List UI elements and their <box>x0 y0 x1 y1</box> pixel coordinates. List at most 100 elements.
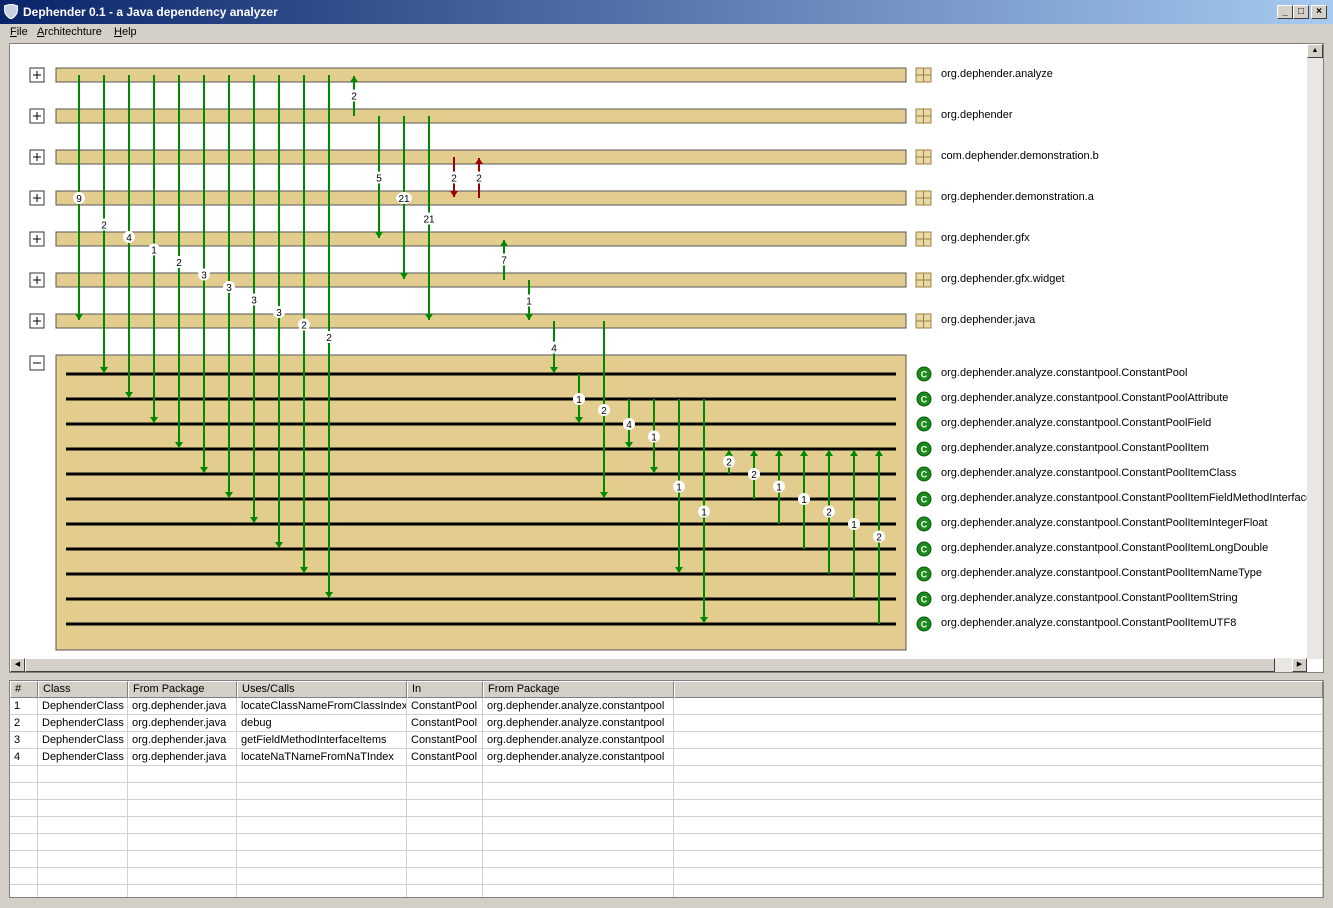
package-label[interactable]: org.dephender <box>941 109 1013 121</box>
table-cell: ConstantPool <box>407 715 483 732</box>
table-row[interactable] <box>10 885 1323 897</box>
dependency-count-label: 5 <box>373 171 385 185</box>
dependency-count: 2 <box>826 508 832 519</box>
table-cell: DephenderClass <box>38 715 128 732</box>
dependency-count: 2 <box>176 258 182 269</box>
dependency-count: 7 <box>501 256 507 267</box>
table-cell <box>483 783 674 800</box>
class-label[interactable]: org.dephender.analyze.constantpool.Const… <box>941 567 1262 579</box>
table-cell: org.dephender.analyze.constantpool <box>483 715 674 732</box>
table-row[interactable] <box>10 783 1323 800</box>
window-title: Dephender 0.1 - a Java dependency analyz… <box>23 5 278 19</box>
table-cell <box>237 851 407 868</box>
table-row[interactable] <box>10 834 1323 851</box>
table-cell <box>407 868 483 885</box>
vertical-scrollbar[interactable]: ▲ <box>1307 44 1323 659</box>
table-cell <box>674 800 1323 817</box>
column-header[interactable]: In <box>407 681 483 698</box>
dependency-count: 2 <box>301 321 307 332</box>
package-label[interactable]: org.dephender.java <box>941 314 1035 326</box>
table-cell <box>674 851 1323 868</box>
scroll-right-button[interactable]: ▶ <box>1292 658 1307 672</box>
class-label[interactable]: org.dephender.analyze.constantpool.Const… <box>941 392 1228 404</box>
dependency-count: 2 <box>351 92 357 103</box>
dependency-count: 3 <box>276 308 282 319</box>
table-row[interactable]: 3 DephenderClass org.dephender.java getFiel… <box>10 732 1323 749</box>
class-label[interactable]: org.dephender.analyze.constantpool.Const… <box>941 442 1209 454</box>
dependency-count: 3 <box>201 271 207 282</box>
horizontal-scrollbar[interactable]: ◀ ▶ <box>10 658 1307 672</box>
table-cell: locateNaTNameFromNaTIndex <box>237 749 407 766</box>
package-label[interactable]: org.dephender.demonstration.a <box>941 191 1094 203</box>
table-cell <box>38 885 128 897</box>
class-label[interactable]: org.dephender.analyze.constantpool.Const… <box>941 492 1312 504</box>
table-row[interactable]: 2 DephenderClass org.dephender.java debug Co… <box>10 715 1323 732</box>
column-header[interactable]: From Package <box>483 681 674 698</box>
table-cell <box>38 817 128 834</box>
table-cell <box>407 834 483 851</box>
dependency-count: 2 <box>476 174 482 185</box>
table-cell <box>237 885 407 897</box>
scroll-left-button[interactable]: ◀ <box>10 658 25 672</box>
horizontal-scroll-thumb[interactable] <box>25 658 1275 672</box>
menu-architecture[interactable]: Architechture <box>37 26 102 38</box>
menu-help[interactable]: Help <box>114 26 137 38</box>
class-icon-letter: C <box>921 595 928 605</box>
column-header[interactable]: # <box>10 681 38 698</box>
dependency-count: 1 <box>801 495 807 506</box>
dependency-count: 3 <box>251 296 257 307</box>
package-bar <box>55 313 907 329</box>
scroll-up-button[interactable]: ▲ <box>1307 44 1323 58</box>
table-row[interactable]: 1 DephenderClass org.dephender.java locateC… <box>10 698 1323 715</box>
table-cell <box>674 834 1323 851</box>
class-icon-letter: C <box>921 470 928 480</box>
class-label[interactable]: org.dephender.analyze.constantpool.Const… <box>941 367 1187 379</box>
class-icon-letter: C <box>921 445 928 455</box>
menu-file[interactable]: File <box>10 26 28 38</box>
dependency-count-label: 2 <box>298 318 310 332</box>
vertical-scroll-track[interactable] <box>1307 58 1323 658</box>
package-bar <box>55 67 907 83</box>
table-row[interactable] <box>10 851 1323 868</box>
table-row[interactable]: 4 DephenderClass org.dephender.java locateN… <box>10 749 1323 766</box>
table-row[interactable] <box>10 800 1323 817</box>
table-cell <box>674 698 1323 715</box>
dependency-count: 2 <box>601 406 607 417</box>
minimize-button[interactable]: _ <box>1277 5 1293 19</box>
table-row[interactable] <box>10 817 1323 834</box>
dependency-count: 21 <box>423 215 435 226</box>
package-bar <box>55 108 907 124</box>
package-label[interactable]: org.dephender.analyze <box>941 68 1053 80</box>
close-button[interactable]: × <box>1311 5 1327 19</box>
class-label[interactable]: org.dephender.analyze.constantpool.Const… <box>941 542 1268 554</box>
column-header[interactable] <box>674 681 1323 698</box>
column-header[interactable]: Class <box>38 681 128 698</box>
class-label[interactable]: org.dephender.analyze.constantpool.Const… <box>941 417 1211 429</box>
table-cell <box>674 817 1323 834</box>
class-label[interactable]: org.dephender.analyze.constantpool.Const… <box>941 517 1268 529</box>
column-header[interactable]: Uses/Calls <box>237 681 407 698</box>
dependency-count-label: 2 <box>348 89 360 103</box>
package-label[interactable]: com.dephender.demonstration.b <box>941 150 1099 162</box>
dependency-count: 4 <box>126 233 132 244</box>
column-header[interactable]: From Package <box>128 681 237 698</box>
table-row[interactable] <box>10 868 1323 885</box>
maximize-button[interactable]: □ <box>1293 5 1309 19</box>
class-label[interactable]: org.dephender.analyze.constantpool.Const… <box>941 617 1236 629</box>
table-cell: ConstantPool <box>407 749 483 766</box>
package-label[interactable]: org.dephender.gfx <box>941 232 1030 244</box>
table-cell <box>128 766 237 783</box>
dependency-graph: CCCCCCCCCCC924123333222521212 27141241112… <box>29 67 932 651</box>
table-cell: DephenderClass <box>38 698 128 715</box>
dependency-count-label: 21 <box>421 212 437 226</box>
class-label[interactable]: org.dephender.analyze.constantpool.Const… <box>941 592 1238 604</box>
class-icon-letter: C <box>921 620 928 630</box>
table-cell: 4 <box>10 749 38 766</box>
table-row[interactable] <box>10 766 1323 783</box>
package-label[interactable]: org.dephender.gfx.widget <box>941 273 1065 285</box>
table-cell <box>674 715 1323 732</box>
class-label[interactable]: org.dephender.analyze.constantpool.Const… <box>941 467 1236 479</box>
table-cell <box>674 885 1323 897</box>
table-cell <box>674 732 1323 749</box>
table-cell: ConstantPool <box>407 698 483 715</box>
